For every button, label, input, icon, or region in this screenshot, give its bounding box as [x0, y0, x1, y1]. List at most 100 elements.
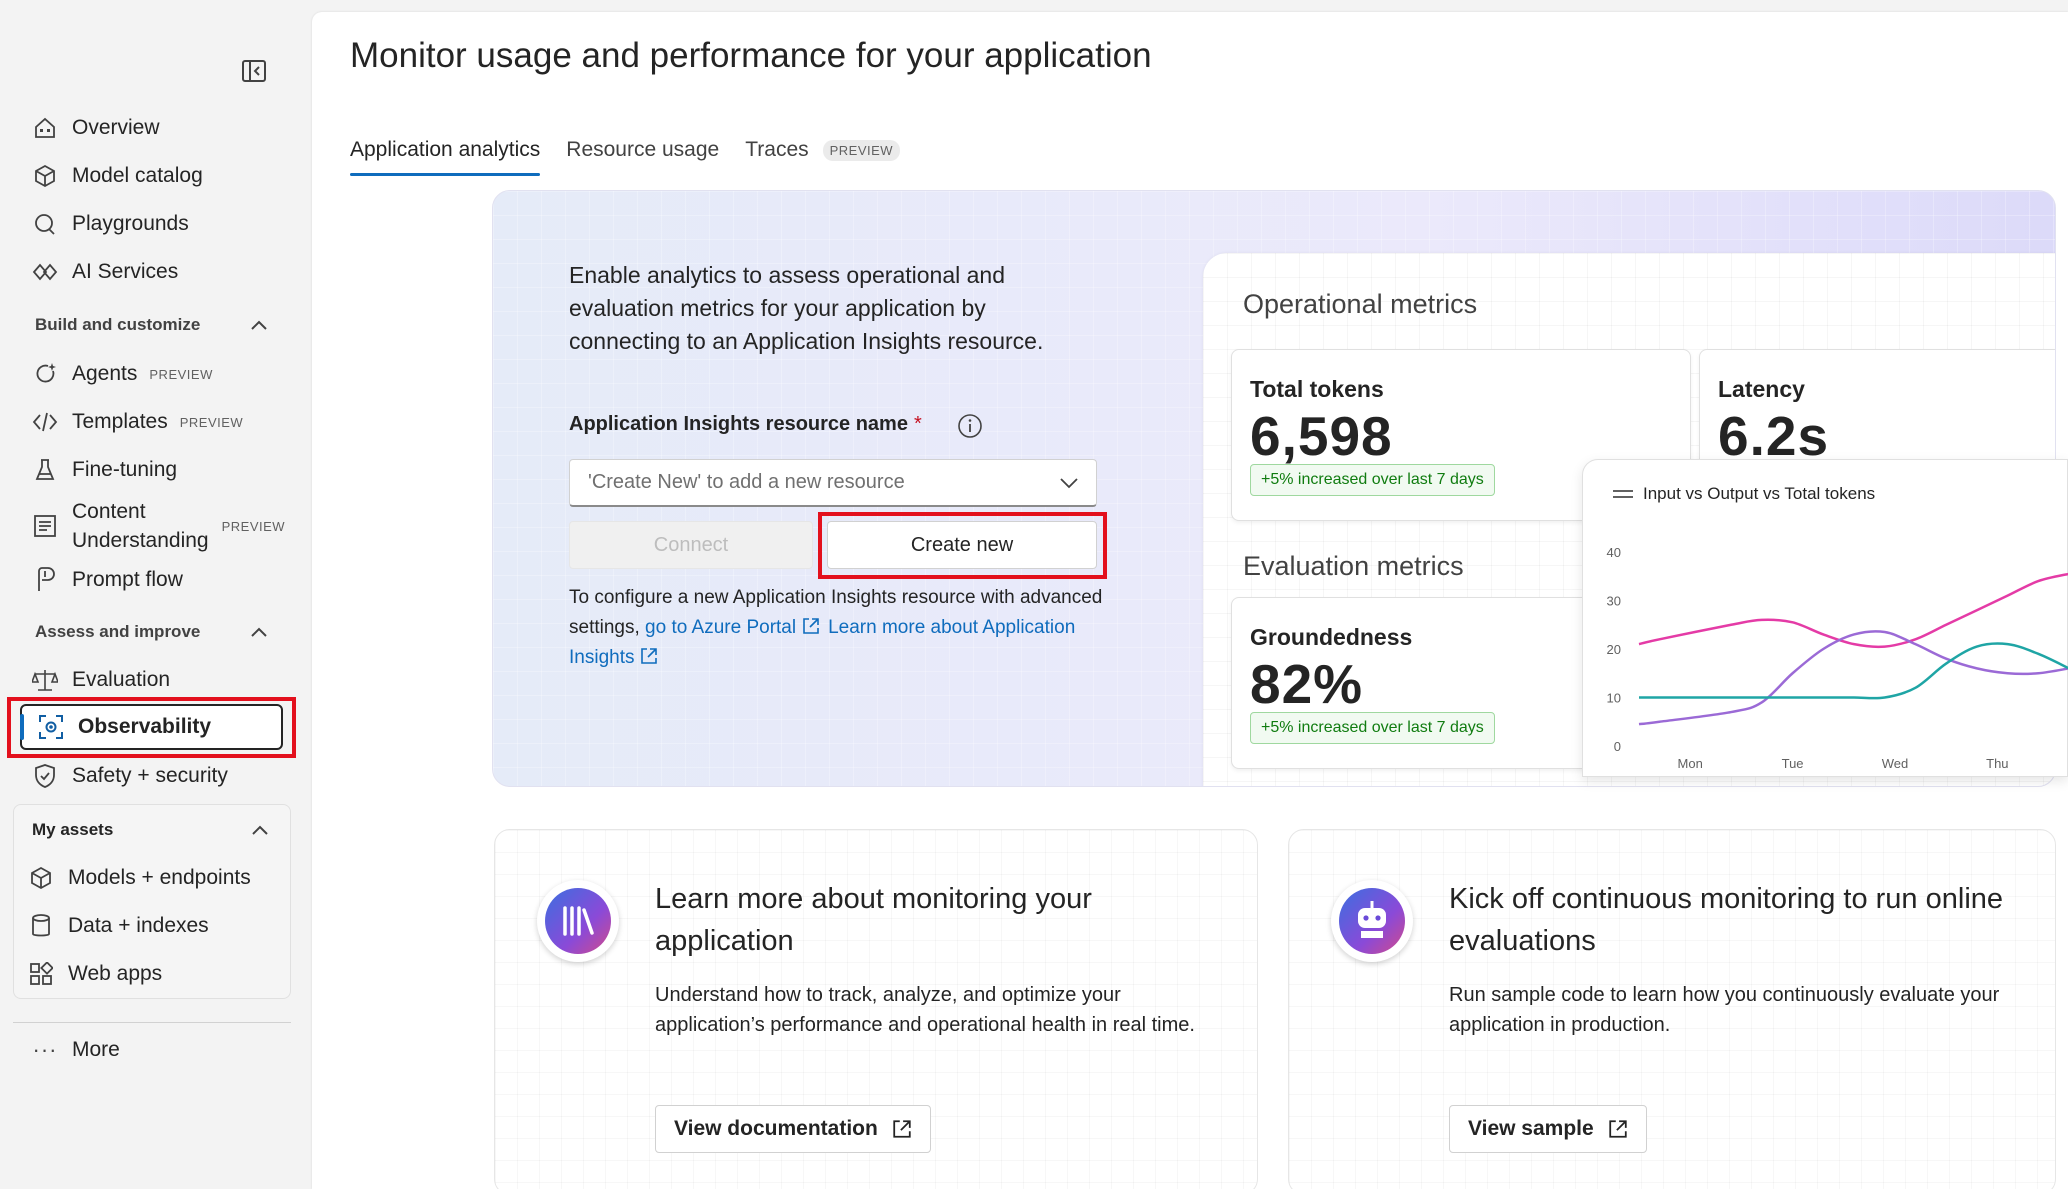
sidebar-item-label: More — [72, 1038, 120, 1061]
cube-icon — [26, 863, 56, 893]
sidebar-item-playgrounds[interactable]: Playgrounds — [30, 202, 189, 246]
section-my-assets[interactable]: My assets — [32, 812, 272, 848]
preview-badge: PREVIEW — [221, 518, 286, 534]
metric-value: 6,598 — [1250, 405, 1393, 467]
preview-badge: PREVIEW — [822, 139, 901, 161]
x-tick-label: Wed — [1882, 756, 1909, 771]
sidebar-item-model-catalog[interactable]: Model catalog — [30, 154, 203, 198]
sidebar-item-label: Templates — [72, 410, 168, 433]
x-tick-label: Thu — [1986, 756, 2008, 771]
external-link-icon — [893, 1120, 911, 1138]
section-build-and-customize[interactable]: Build and customize — [35, 307, 271, 343]
sidebar-item-safety-security[interactable]: Safety + security — [30, 754, 228, 798]
view-sample-button[interactable]: View sample — [1449, 1105, 1647, 1153]
sidebar-item-label: Understanding — [72, 529, 209, 552]
sidebar-item-label: AI Services — [72, 260, 179, 283]
sidebar-item-templates[interactable]: Templates PREVIEW — [30, 400, 243, 444]
sidebar-item-models-endpoints[interactable]: Models + endpoints — [26, 856, 251, 900]
view-documentation-button[interactable]: View documentation — [655, 1105, 931, 1153]
tab-application-analytics[interactable]: Application analytics — [350, 124, 541, 176]
chevron-down-icon — [1058, 472, 1080, 494]
tokens-chart-card: Input vs Output vs Total tokens 0 10 20 30 4… — [1582, 459, 2068, 777]
tab-label: Resource usage — [566, 138, 720, 161]
sidebar-item-label: Safety + security — [72, 764, 228, 787]
sidebar-item-data-indexes[interactable]: Data + indexes — [26, 904, 209, 948]
y-tick-label: 20 — [1607, 642, 1621, 657]
sidebar-item-web-apps[interactable]: Web apps — [26, 952, 162, 996]
sidebar-item-label: Model catalog — [72, 164, 203, 187]
continuous-monitoring-card: Kick off continuous monitoring to run on… — [1288, 829, 2056, 1189]
metric-label: Latency — [1718, 376, 1805, 402]
sidebar-item-prompt-flow[interactable]: Prompt flow — [30, 558, 183, 602]
external-link-icon — [641, 648, 658, 664]
sidebar-item-label: Playgrounds — [72, 212, 189, 235]
resource-name-label: Application Insights resource name * — [569, 413, 922, 436]
sidebar-item-fine-tuning[interactable]: Fine-tuning — [30, 448, 177, 492]
resource-name-dropdown[interactable]: 'Create New' to add a new resource — [569, 459, 1097, 507]
y-tick-label: 30 — [1607, 594, 1621, 609]
sidebar-item-label: Models + endpoints — [68, 866, 251, 889]
tab-resource-usage[interactable]: Resource usage — [566, 124, 719, 176]
sidebar-item-evaluation[interactable]: Evaluation — [30, 658, 170, 702]
sidebar-item-overview[interactable]: Overview — [30, 106, 160, 150]
flow-icon — [30, 565, 60, 595]
y-tick-label: 40 — [1607, 545, 1621, 560]
operational-metrics-heading: Operational metrics — [1243, 289, 1478, 319]
metric-label: Groundedness — [1250, 624, 1413, 650]
sidebar-item-label: Content — [72, 500, 146, 523]
collapse-sidebar-icon[interactable] — [238, 55, 270, 87]
section-assess-and-improve[interactable]: Assess and improve — [35, 614, 271, 650]
scales-icon — [30, 665, 60, 695]
home-icon — [30, 113, 60, 143]
sidebar-item-more[interactable]: ··· More — [30, 1028, 120, 1072]
chat-icon — [30, 209, 60, 239]
metric-value: 82% — [1250, 653, 1364, 715]
sidebar-item-agents[interactable]: Agents PREVIEW — [30, 352, 213, 396]
connect-button[interactable]: Connect — [569, 521, 813, 569]
learn-monitoring-card: Learn more about monitoring your applica… — [494, 829, 1258, 1189]
info-icon[interactable] — [957, 413, 983, 439]
preview-badge: PREVIEW — [179, 414, 244, 430]
x-tick-label: Mon — [1678, 756, 1703, 771]
library-icon — [537, 880, 619, 962]
sidebar-item-label: Evaluation — [72, 668, 171, 691]
tab-label: Application analytics — [350, 138, 541, 161]
external-link-icon — [1609, 1120, 1627, 1138]
highlight-box — [818, 512, 1107, 579]
sidebar-item-label: Agents — [72, 362, 138, 385]
highlight-box — [7, 697, 296, 758]
sidebar-divider — [13, 1022, 291, 1023]
sidebar-item-label-wrap: Content Understanding — [72, 497, 209, 555]
required-asterisk: * — [913, 413, 922, 435]
azure-portal-link[interactable]: go to Azure Portal — [645, 617, 796, 638]
section-label: My assets — [32, 820, 114, 839]
sidebar-item-ai-services[interactable]: AI Services — [30, 250, 178, 294]
trend-badge: +5% increased over last 7 days — [1250, 464, 1495, 496]
evaluation-metrics-heading: Evaluation metrics — [1243, 551, 1464, 581]
agent-icon — [30, 359, 60, 389]
tab-traces[interactable]: Traces PREVIEW — [745, 124, 901, 176]
sidebar-item-label: Fine-tuning — [72, 458, 178, 481]
chevron-up-icon — [248, 818, 272, 842]
dropdown-placeholder: 'Create New' to add a new resource — [588, 471, 905, 493]
cube-icon — [30, 161, 60, 191]
sidebar-item-content-understanding[interactable]: Content Understanding PREVIEW — [30, 496, 285, 556]
code-icon — [30, 407, 60, 437]
tab-list: Application analytics Resource usage Tra… — [350, 124, 926, 176]
intro-text: Enable analytics to assess operational a… — [569, 262, 1044, 354]
button-label: View documentation — [674, 1117, 878, 1140]
page-title: Monitor usage and performance for your a… — [350, 36, 1152, 75]
line-chart: 0 10 20 30 40 Mon Tue Wed Thu — [1607, 545, 2068, 771]
flask-icon — [30, 455, 60, 485]
sidebar-item-label: Web apps — [68, 962, 163, 985]
chevron-up-icon — [247, 620, 271, 644]
sidebar-item-label: Prompt flow — [72, 568, 183, 591]
y-tick-label: 10 — [1607, 691, 1621, 706]
sidebar-item-label: Overview — [72, 116, 160, 139]
section-label: Assess and improve — [35, 622, 201, 641]
chevron-up-icon — [247, 313, 271, 337]
document-scan-icon — [30, 511, 60, 541]
trend-badge: +5% increased over last 7 days — [1250, 712, 1495, 744]
database-icon — [26, 911, 56, 941]
more-icon: ··· — [32, 1037, 58, 1062]
